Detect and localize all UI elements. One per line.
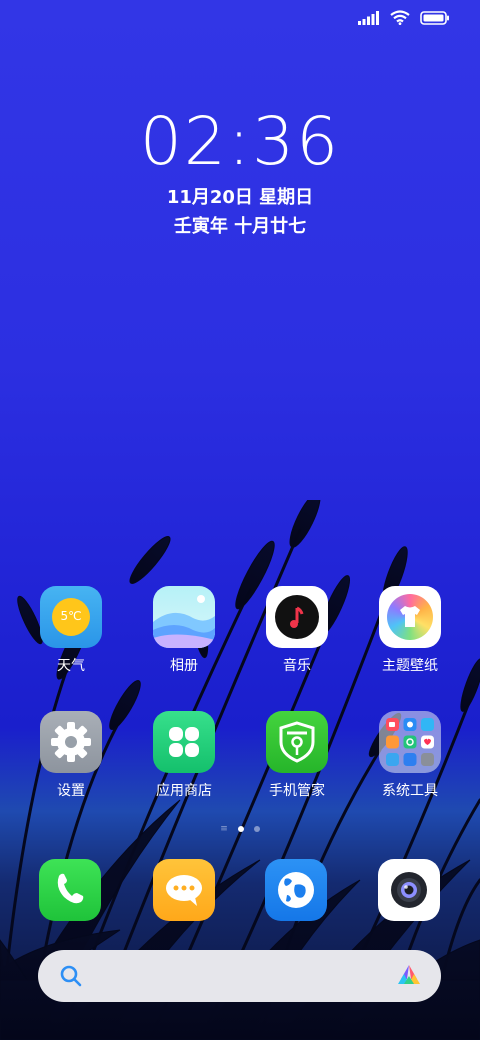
app-gallery[interactable]: 相册: [134, 586, 234, 675]
clock-date: 11月20日 星期日: [166, 187, 314, 208]
settings-gear-icon: [40, 711, 102, 773]
page-dot[interactable]: [253, 826, 260, 832]
gallery-icon: [153, 586, 215, 648]
signal-icon: [358, 10, 379, 25]
system-tools-folder-icon: [379, 711, 441, 773]
app-store-icon: [153, 711, 215, 773]
weather-temp-badge: 5℃: [60, 609, 82, 623]
music-icon: [266, 586, 328, 648]
dock-phone[interactable]: [39, 859, 101, 921]
app-label: 主题壁纸: [382, 658, 438, 674]
app-label: 音乐: [283, 658, 311, 674]
app-label: 相册: [170, 658, 198, 674]
search-bar[interactable]: [38, 950, 441, 1002]
page-list-icon[interactable]: ≡: [220, 824, 228, 834]
app-label: 天气: [57, 658, 85, 674]
battery-icon: [420, 10, 449, 25]
page-dot-active[interactable]: [237, 826, 244, 832]
app-security[interactable]: 手机管家: [247, 711, 347, 800]
status-bar: [358, 10, 450, 25]
page-indicator: ≡: [0, 824, 480, 834]
weather-icon: 5℃: [40, 586, 102, 648]
app-label: 系统工具: [382, 783, 438, 799]
dock-camera[interactable]: [378, 859, 440, 921]
app-settings[interactable]: 设置: [21, 711, 121, 800]
dock-messages[interactable]: [153, 859, 215, 921]
app-music[interactable]: 音乐: [247, 586, 347, 675]
app-label: 应用商店: [156, 783, 212, 799]
wifi-icon: [390, 10, 410, 25]
app-themes[interactable]: 主题壁纸: [360, 586, 460, 675]
search-icon: [60, 965, 82, 987]
app-store[interactable]: 应用商店: [134, 711, 234, 800]
phone-icon: [57, 873, 84, 904]
security-shield-icon: [266, 711, 328, 773]
themes-icon: [379, 586, 441, 648]
dock-browser[interactable]: [265, 859, 327, 921]
app-label: 手机管家: [269, 783, 325, 799]
assistant-icon[interactable]: [395, 962, 423, 990]
app-weather[interactable]: 5℃ 天气: [21, 586, 121, 675]
camera-icon: [391, 872, 427, 908]
app-label: 设置: [57, 783, 85, 799]
clock-time[interactable]: 02:36: [0, 104, 480, 180]
browser-globe-icon: [278, 872, 314, 908]
messages-icon: [166, 875, 202, 906]
lunar-date: 壬寅年 十月廿七: [173, 216, 307, 237]
folder-system-tools[interactable]: 系统工具: [360, 711, 460, 800]
home-screen: 02:36 11月20日 星期日 壬寅年 十月廿七 5℃ 天气 相册 音乐 主题…: [0, 0, 480, 1040]
